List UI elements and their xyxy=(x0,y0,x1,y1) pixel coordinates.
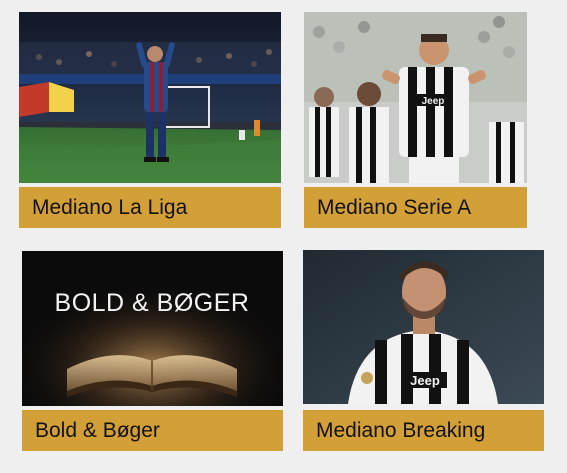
la-liga-thumbnail-image[interactable] xyxy=(19,12,281,183)
mediano-breaking-thumbnail-image[interactable]: Jeep xyxy=(303,250,544,404)
bold-og-boger-thumbnail-image[interactable]: BOLD & BØGER xyxy=(22,251,283,406)
serie-a-thumbnail-image[interactable]: Jeep xyxy=(304,12,527,183)
bold-og-boger-label[interactable]: Bold & Bøger xyxy=(22,410,283,451)
tile-bold-og-boger[interactable]: BOLD & BØGER Bold & Bøger xyxy=(22,251,283,451)
bold-og-boger-image-title: BOLD & BØGER xyxy=(55,289,250,317)
tile-mediano-la-liga[interactable]: Mediano La Liga xyxy=(19,12,281,228)
svg-text:Jeep: Jeep xyxy=(422,96,445,107)
serie-a-label[interactable]: Mediano Serie A xyxy=(304,187,527,228)
mediano-breaking-label[interactable]: Mediano Breaking xyxy=(303,410,544,451)
tile-mediano-serie-a[interactable]: Jeep Mediano Serie A xyxy=(304,12,527,228)
la-liga-label[interactable]: Mediano La Liga xyxy=(19,187,281,228)
svg-text:Jeep: Jeep xyxy=(410,373,440,388)
tile-mediano-breaking[interactable]: Jeep Mediano Breaking xyxy=(303,250,544,451)
